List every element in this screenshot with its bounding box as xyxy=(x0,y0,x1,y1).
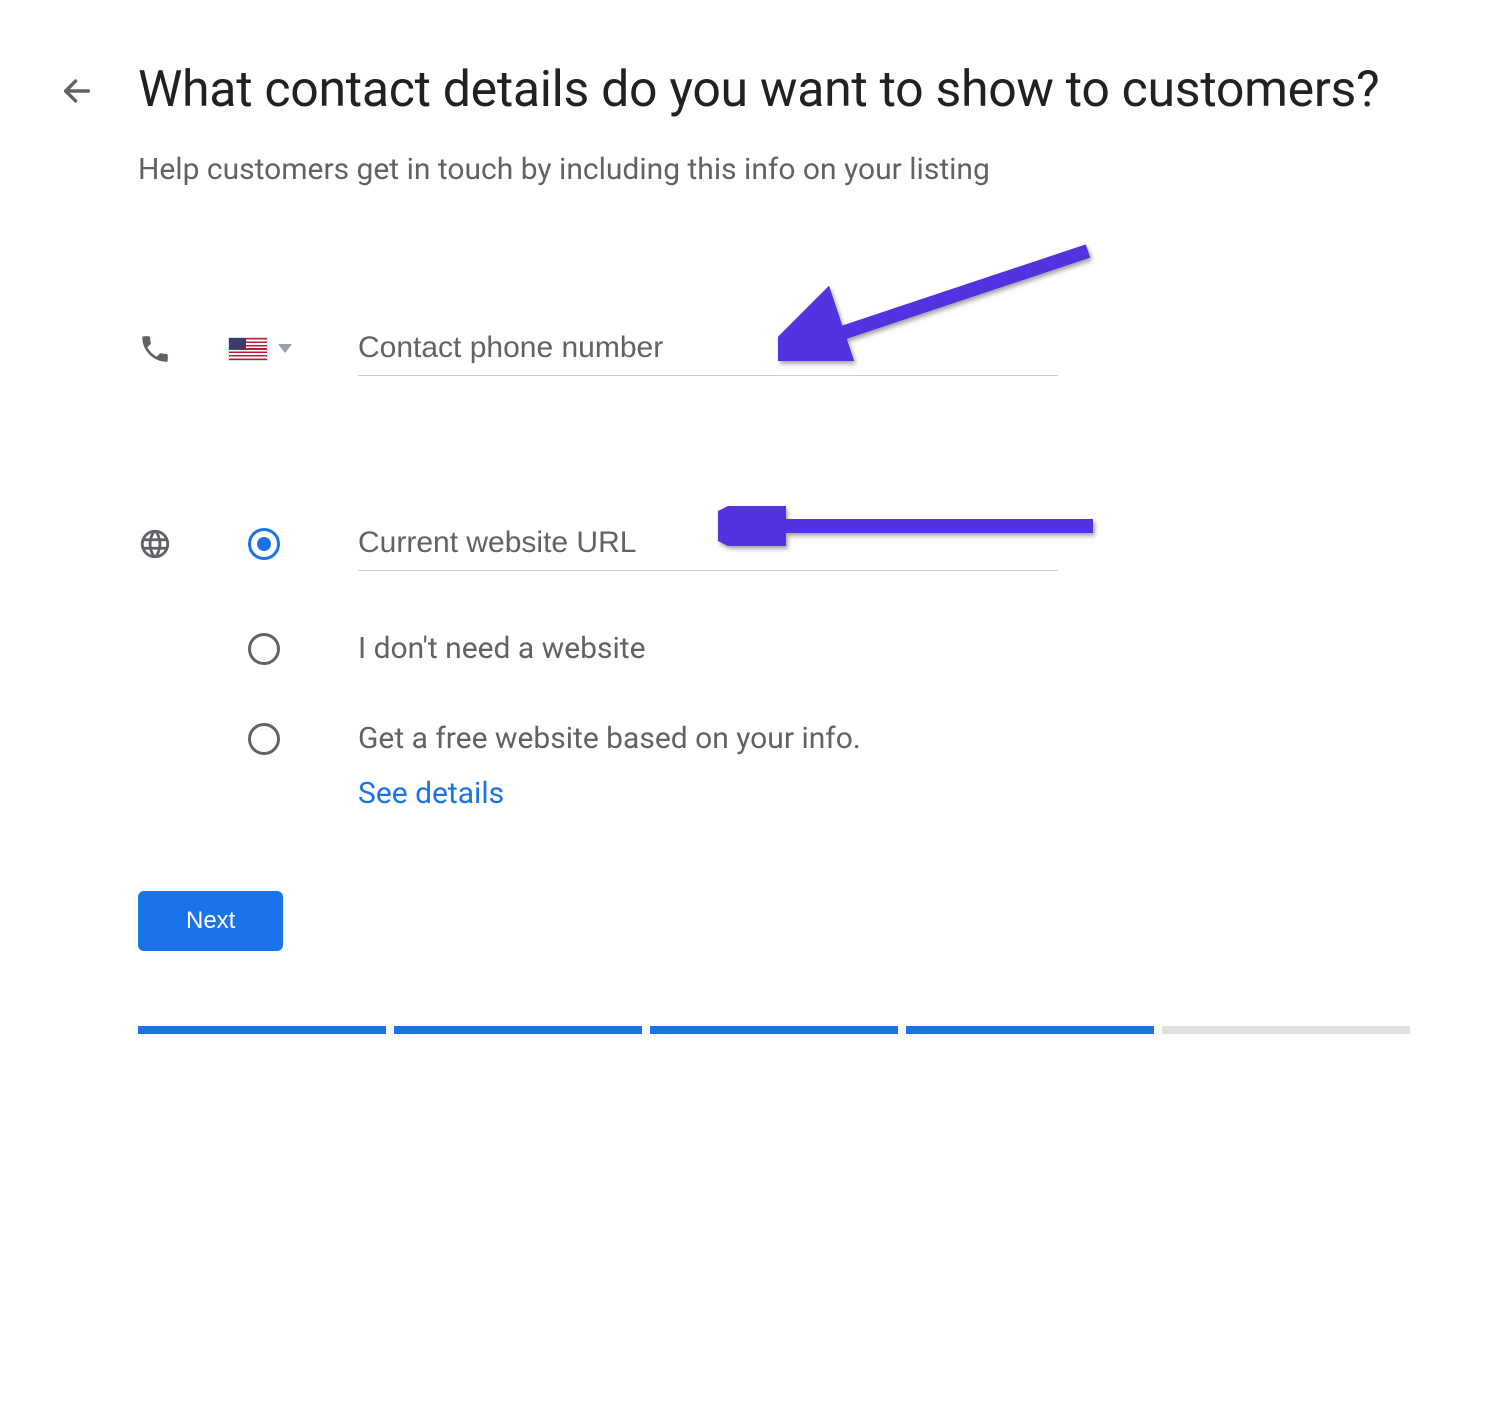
progress-bar xyxy=(138,1026,1410,1034)
back-arrow-icon[interactable] xyxy=(60,74,94,108)
radio-no-website[interactable] xyxy=(248,633,280,665)
progress-segment xyxy=(906,1026,1154,1034)
phone-icon xyxy=(138,332,228,366)
website-url-input[interactable] xyxy=(358,516,1058,571)
phone-input[interactable] xyxy=(358,321,1058,376)
no-website-label: I don't need a website xyxy=(358,631,645,666)
website-option-url xyxy=(138,516,1410,571)
us-flag-icon xyxy=(228,337,268,361)
page-subtitle: Help customers get in touch by including… xyxy=(138,149,1410,191)
progress-segment xyxy=(138,1026,386,1034)
chevron-down-icon xyxy=(278,344,292,353)
progress-segment xyxy=(1162,1026,1410,1034)
phone-row xyxy=(138,321,1410,376)
radio-website-url[interactable] xyxy=(248,528,280,560)
next-button[interactable]: Next xyxy=(138,891,283,951)
progress-segment xyxy=(650,1026,898,1034)
website-option-none: I don't need a website xyxy=(138,631,1410,666)
see-details-link[interactable]: See details xyxy=(358,776,504,811)
progress-segment xyxy=(394,1026,642,1034)
page-title: What contact details do you want to show… xyxy=(138,60,1410,121)
globe-icon xyxy=(138,527,228,561)
free-website-label: Get a free website based on your info. xyxy=(358,721,861,756)
radio-free-website[interactable] xyxy=(248,723,280,755)
country-code-selector[interactable] xyxy=(228,337,358,361)
website-option-free: Get a free website based on your info. xyxy=(138,721,1410,756)
